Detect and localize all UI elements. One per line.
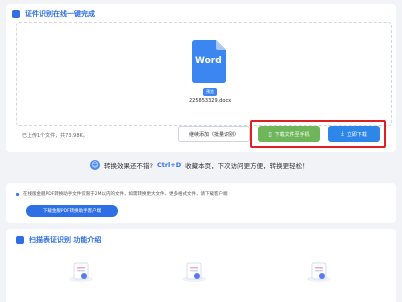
features-icon <box>16 236 24 244</box>
notice-card: 在线版金舰PDF转换助手文件仅限于2M以内的文件，如需转换更大文件、更多格式文件… <box>6 183 396 223</box>
highlight-box <box>250 120 386 148</box>
shortcut-key: Ctrl+D <box>156 161 182 169</box>
download-client-label: 下载金舰PDF转换助手客户端 <box>42 209 102 214</box>
continue-add-label: 继续添加（批量识别） <box>188 131 239 138</box>
file-tag: 预览 <box>203 88 217 96</box>
page-title: 证件识别在线一键完成 <box>25 10 95 18</box>
file-preview-area: Word 预览 225853329.docx <box>16 22 392 126</box>
continue-add-button[interactable]: 继续添加（批量识别） <box>178 126 250 142</box>
bullet-dot <box>16 193 19 196</box>
feedback-row: ☺ 转换效果还不错? Ctrl+D 收藏本页，下次访问更方便，转换更轻松！ <box>90 160 309 170</box>
convert-card: 证件识别在线一键完成 Word 预览 225853329.docx 已上传1个文… <box>6 4 396 152</box>
notice-text: 在线版金舰PDF转换助手文件仅限于2M以内的文件，如需转换更大文件、更多格式文件… <box>23 192 228 197</box>
feedback-text: 转换效果还不错? <box>104 162 153 170</box>
document-icon <box>12 10 20 18</box>
feature-illustration-1 <box>68 261 94 283</box>
features-card: 扫描表证识别 功能介绍 <box>6 229 396 302</box>
feedback-text-2: 收藏本页，下次访问更方便，转换更轻松！ <box>185 162 309 170</box>
file-type-label: Word <box>195 56 222 66</box>
file-name: 225853329.docx <box>189 98 232 104</box>
section-header: 证件识别在线一键完成 <box>12 9 95 19</box>
word-file-icon[interactable]: Word <box>192 40 226 83</box>
features-header: 扫描表证识别 功能介绍 <box>16 235 101 245</box>
smile-icon: ☺ <box>90 160 100 170</box>
feature-illustration-2 <box>181 261 207 283</box>
upload-info: 已上传1个文件，共73.98K。 <box>22 133 88 139</box>
features-title: 扫描表证识别 功能介绍 <box>29 236 102 244</box>
download-client-button[interactable]: 下载金舰PDF转换助手客户端 <box>26 205 118 217</box>
feature-illustration-3 <box>306 261 332 283</box>
